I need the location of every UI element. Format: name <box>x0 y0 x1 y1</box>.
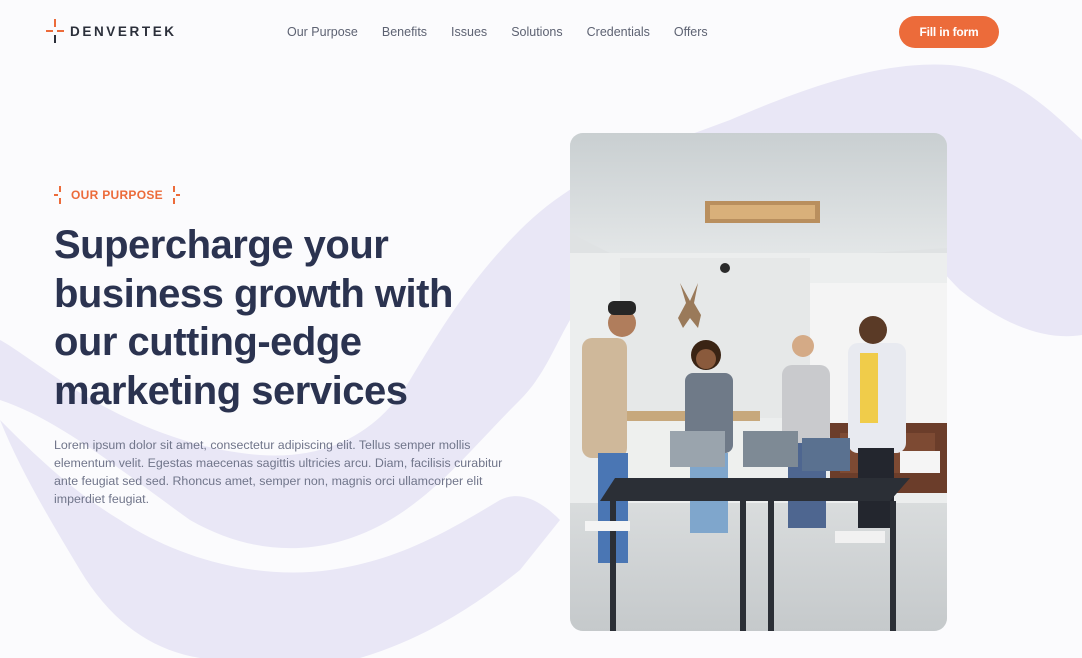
nav-item-issues[interactable]: Issues <box>451 25 487 39</box>
nav-item-credentials[interactable]: Credentials <box>587 25 650 39</box>
logo-mark-icon <box>46 19 64 43</box>
team-meeting-photo <box>570 133 947 631</box>
fill-in-form-button[interactable]: Fill in form <box>899 16 999 48</box>
bracket-right-icon <box>172 186 180 204</box>
main-menu: Our Purpose Benefits Issues Solutions Cr… <box>287 25 732 39</box>
nav-item-benefits[interactable]: Benefits <box>382 25 427 39</box>
top-navigation: DENVERTEK Our Purpose Benefits Issues So… <box>0 0 1082 66</box>
nav-item-solutions[interactable]: Solutions <box>511 25 562 39</box>
nav-item-offers[interactable]: Offers <box>674 25 708 39</box>
hero-section: OUR PURPOSE Supercharge your business gr… <box>54 186 534 508</box>
hero-headline: Supercharge your business growth with ou… <box>54 223 453 413</box>
brand-name: DENVERTEK <box>70 23 177 39</box>
bracket-left-icon <box>54 186 61 204</box>
photo-illustration <box>570 133 947 631</box>
brand-logo[interactable]: DENVERTEK <box>46 19 177 43</box>
hero-description: Lorem ipsum dolor sit amet, consectetur … <box>54 438 503 506</box>
section-eyebrow: OUR PURPOSE <box>54 186 534 204</box>
eyebrow-label: OUR PURPOSE <box>71 188 163 202</box>
nav-item-our-purpose[interactable]: Our Purpose <box>287 25 358 39</box>
